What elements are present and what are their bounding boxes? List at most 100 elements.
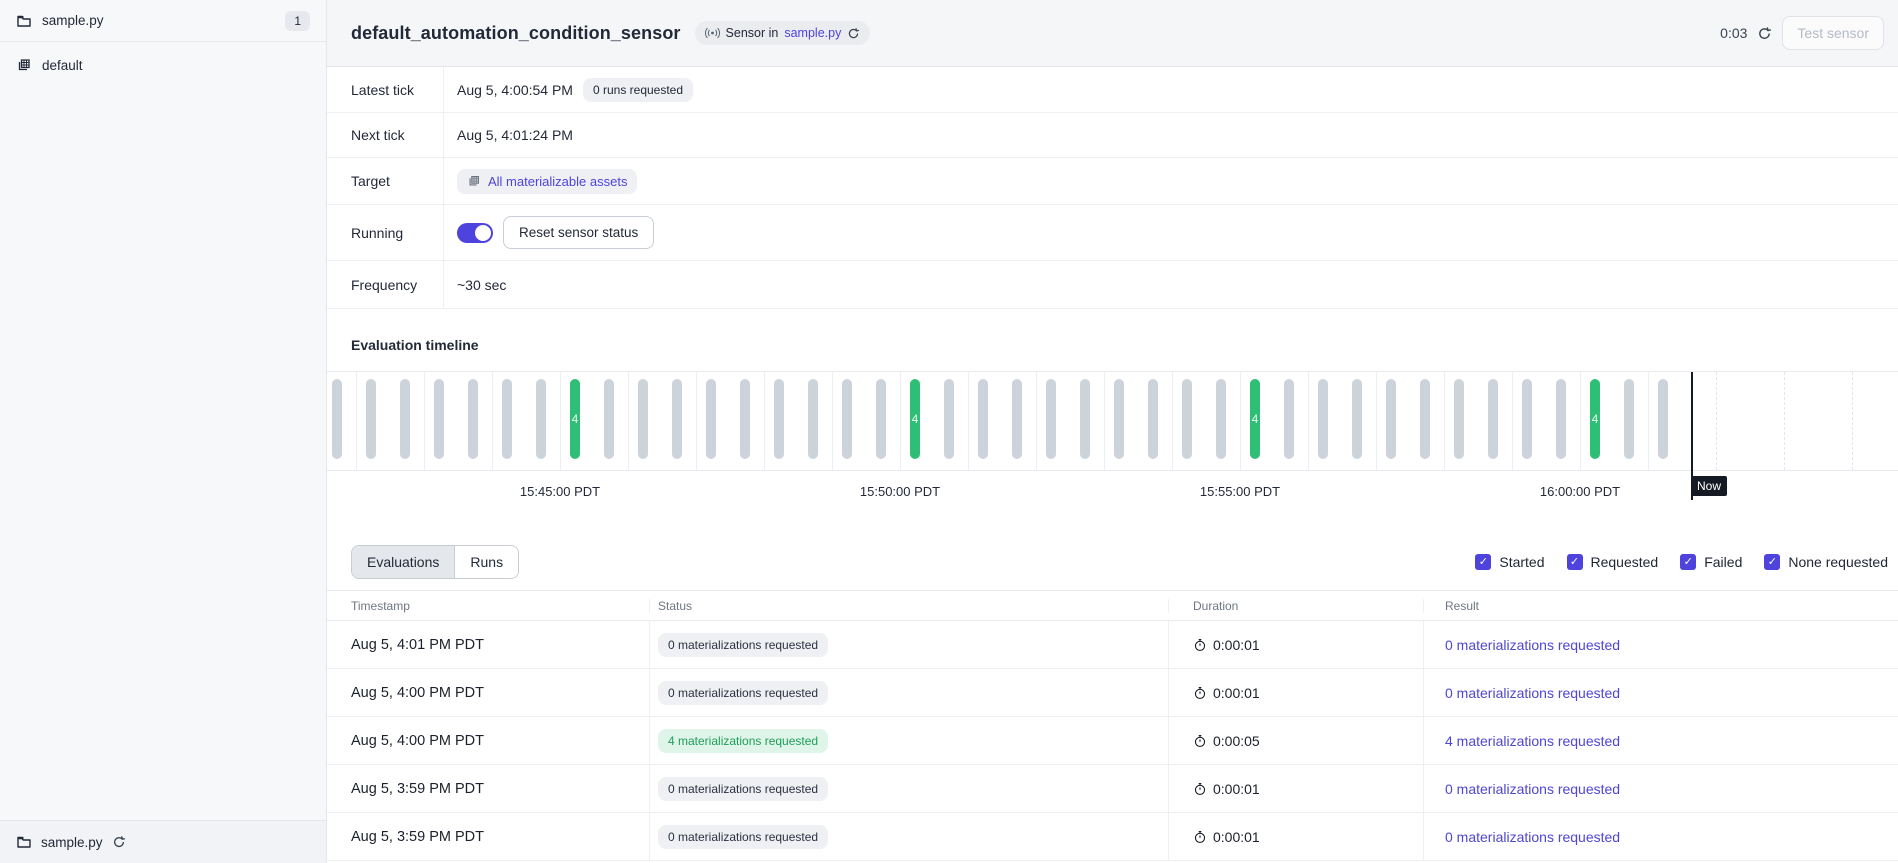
- timeline-bar-none[interactable]: [1352, 379, 1362, 459]
- timeline-bar-requested[interactable]: 4: [1250, 379, 1260, 459]
- sidebar-footer: sample.py: [0, 820, 326, 863]
- timeline-bar-none[interactable]: [1522, 379, 1532, 459]
- filter-requested[interactable]: ✓ Requested: [1567, 554, 1659, 570]
- now-marker-label: Now: [1691, 476, 1727, 496]
- row-result-cell: 4 materializations requested: [1423, 717, 1898, 764]
- timeline-bar-none[interactable]: [366, 379, 376, 459]
- filter-failed[interactable]: ✓Failed: [1680, 554, 1742, 570]
- timeline-bar-none[interactable]: [1080, 379, 1090, 459]
- timeline-bar-none[interactable]: [740, 379, 750, 459]
- timeline-bar-none[interactable]: [1182, 379, 1192, 459]
- code-location-count-badge: 1: [285, 11, 310, 31]
- checkbox-failed[interactable]: ✓: [1680, 554, 1696, 570]
- sidebar-item-code-location[interactable]: sample.py 1: [0, 0, 326, 42]
- row-timestamp: Aug 5, 3:59 PM PDT: [327, 765, 649, 812]
- timeline-bar-requested[interactable]: 4: [1590, 379, 1600, 459]
- row-duration-cell: 0:00:01: [1168, 813, 1423, 860]
- row-result-link[interactable]: 0 materializations requested: [1445, 781, 1620, 797]
- row-duration: 0:00:01: [1213, 637, 1260, 653]
- timeline-bar-none[interactable]: [672, 379, 682, 459]
- timeline-bar-none[interactable]: [1386, 379, 1396, 459]
- filter-label: Started: [1499, 554, 1544, 570]
- timeline-bar-none[interactable]: [1284, 379, 1294, 459]
- target-assets-link[interactable]: All materializable assets: [488, 174, 627, 189]
- reload-sensor-button[interactable]: [847, 27, 860, 40]
- detail-row-latest-tick: Latest tick Aug 5, 4:00:54 PM 0 runs req…: [327, 67, 1898, 113]
- asset-group-icon: [467, 174, 481, 188]
- stopwatch-icon: [1193, 734, 1207, 748]
- reload-code-location-button[interactable]: [112, 835, 126, 849]
- timeline-bar-none[interactable]: [1658, 379, 1668, 459]
- sidebar-item-asset-group-default[interactable]: default: [0, 42, 326, 88]
- reset-sensor-status-button[interactable]: Reset sensor status: [503, 216, 654, 249]
- row-result-cell: 0 materializations requested: [1423, 765, 1898, 812]
- running-toggle[interactable]: [457, 223, 493, 243]
- timeline-bar-none[interactable]: [1046, 379, 1056, 459]
- row-result-link[interactable]: 0 materializations requested: [1445, 685, 1620, 701]
- filter-none-requested[interactable]: ✓None requested: [1764, 554, 1888, 570]
- timeline-bar-none[interactable]: [502, 379, 512, 459]
- checkbox-none-requested[interactable]: ✓: [1764, 554, 1780, 570]
- tab-evaluations[interactable]: Evaluations: [352, 546, 454, 578]
- detail-label: Latest tick: [327, 67, 444, 112]
- timeline-bar-none[interactable]: [536, 379, 546, 459]
- row-status-cell: 0 materializations requested: [649, 813, 1168, 860]
- checkbox-requested[interactable]: ✓: [1567, 554, 1583, 570]
- timeline-gridline: [1376, 372, 1377, 470]
- timeline-bar-none[interactable]: [808, 379, 818, 459]
- frequency-value: ~30 sec: [457, 277, 506, 293]
- timeline-bar-none[interactable]: [332, 379, 342, 459]
- timeline-bar-none[interactable]: [876, 379, 886, 459]
- sensor-origin-badge: Sensor in sample.py: [695, 21, 871, 45]
- checkbox-started[interactable]: ✓: [1475, 554, 1491, 570]
- evaluation-row[interactable]: Aug 5, 4:00 PM PDT0 materializations req…: [327, 669, 1898, 717]
- timeline-bar-none[interactable]: [1454, 379, 1464, 459]
- row-result-cell: 0 materializations requested: [1423, 621, 1898, 668]
- timeline-bar-none[interactable]: [468, 379, 478, 459]
- timeline-bar-none[interactable]: [1216, 379, 1226, 459]
- filter-started[interactable]: ✓ Started: [1475, 554, 1544, 570]
- timeline-bar-none[interactable]: [638, 379, 648, 459]
- row-result-link[interactable]: 4 materializations requested: [1445, 733, 1620, 749]
- sensor-origin-text: Sensor in: [726, 26, 779, 40]
- row-duration-cell: 0:00:01: [1168, 765, 1423, 812]
- timeline-bar-none[interactable]: [400, 379, 410, 459]
- timeline-bar-none[interactable]: [1556, 379, 1566, 459]
- timeline-bar-none[interactable]: [1012, 379, 1022, 459]
- timeline-bar-none[interactable]: [842, 379, 852, 459]
- refresh-now-button[interactable]: [1757, 26, 1772, 41]
- timeline-bar-none[interactable]: [1318, 379, 1328, 459]
- timeline-bar-none[interactable]: [1114, 379, 1124, 459]
- test-sensor-button[interactable]: Test sensor: [1782, 16, 1884, 50]
- evaluation-row[interactable]: Aug 5, 3:59 PM PDT0 materializations req…: [327, 813, 1898, 861]
- timeline-gridline: [1716, 372, 1717, 470]
- timeline-bar-none[interactable]: [774, 379, 784, 459]
- timeline-bar-none[interactable]: [434, 379, 444, 459]
- timeline-bar-requested[interactable]: 4: [570, 379, 580, 459]
- folder-icon: [16, 13, 32, 29]
- row-duration: 0:00:05: [1213, 733, 1260, 749]
- timeline-bar-none[interactable]: [1488, 379, 1498, 459]
- timeline-bar-none[interactable]: [706, 379, 716, 459]
- timeline-bar-none[interactable]: [1624, 379, 1634, 459]
- row-result-link[interactable]: 0 materializations requested: [1445, 637, 1620, 653]
- timeline-bar-none[interactable]: [604, 379, 614, 459]
- target-assets-pill[interactable]: All materializable assets: [457, 169, 637, 194]
- evaluation-row[interactable]: Aug 5, 3:59 PM PDT 0 materializations req…: [327, 765, 1898, 813]
- detail-label: Running: [327, 205, 444, 260]
- timeline-bar-none[interactable]: [944, 379, 954, 459]
- row-result-link[interactable]: 0 materializations requested: [1445, 829, 1620, 845]
- timeline-bar-none[interactable]: [978, 379, 988, 459]
- latest-tick-status-badge: 0 runs requested: [583, 78, 693, 102]
- toggle-knob: [475, 225, 491, 241]
- evaluation-row[interactable]: Aug 5, 4:00 PM PDT4 materializations req…: [327, 717, 1898, 765]
- sensor-origin-link[interactable]: sample.py: [784, 26, 841, 40]
- filter-label: Requested: [1591, 554, 1659, 570]
- timeline-bar-none[interactable]: [1420, 379, 1430, 459]
- evaluations-table: Timestamp Status Duration Result Aug 5, …: [327, 590, 1898, 861]
- evaluation-row[interactable]: Aug 5, 4:01 PM PDT0 materializations req…: [327, 621, 1898, 669]
- timeline-gridline: [1784, 372, 1785, 470]
- timeline-bar-none[interactable]: [1148, 379, 1158, 459]
- tab-runs[interactable]: Runs: [454, 546, 518, 578]
- timeline-bar-requested[interactable]: 4: [910, 379, 920, 459]
